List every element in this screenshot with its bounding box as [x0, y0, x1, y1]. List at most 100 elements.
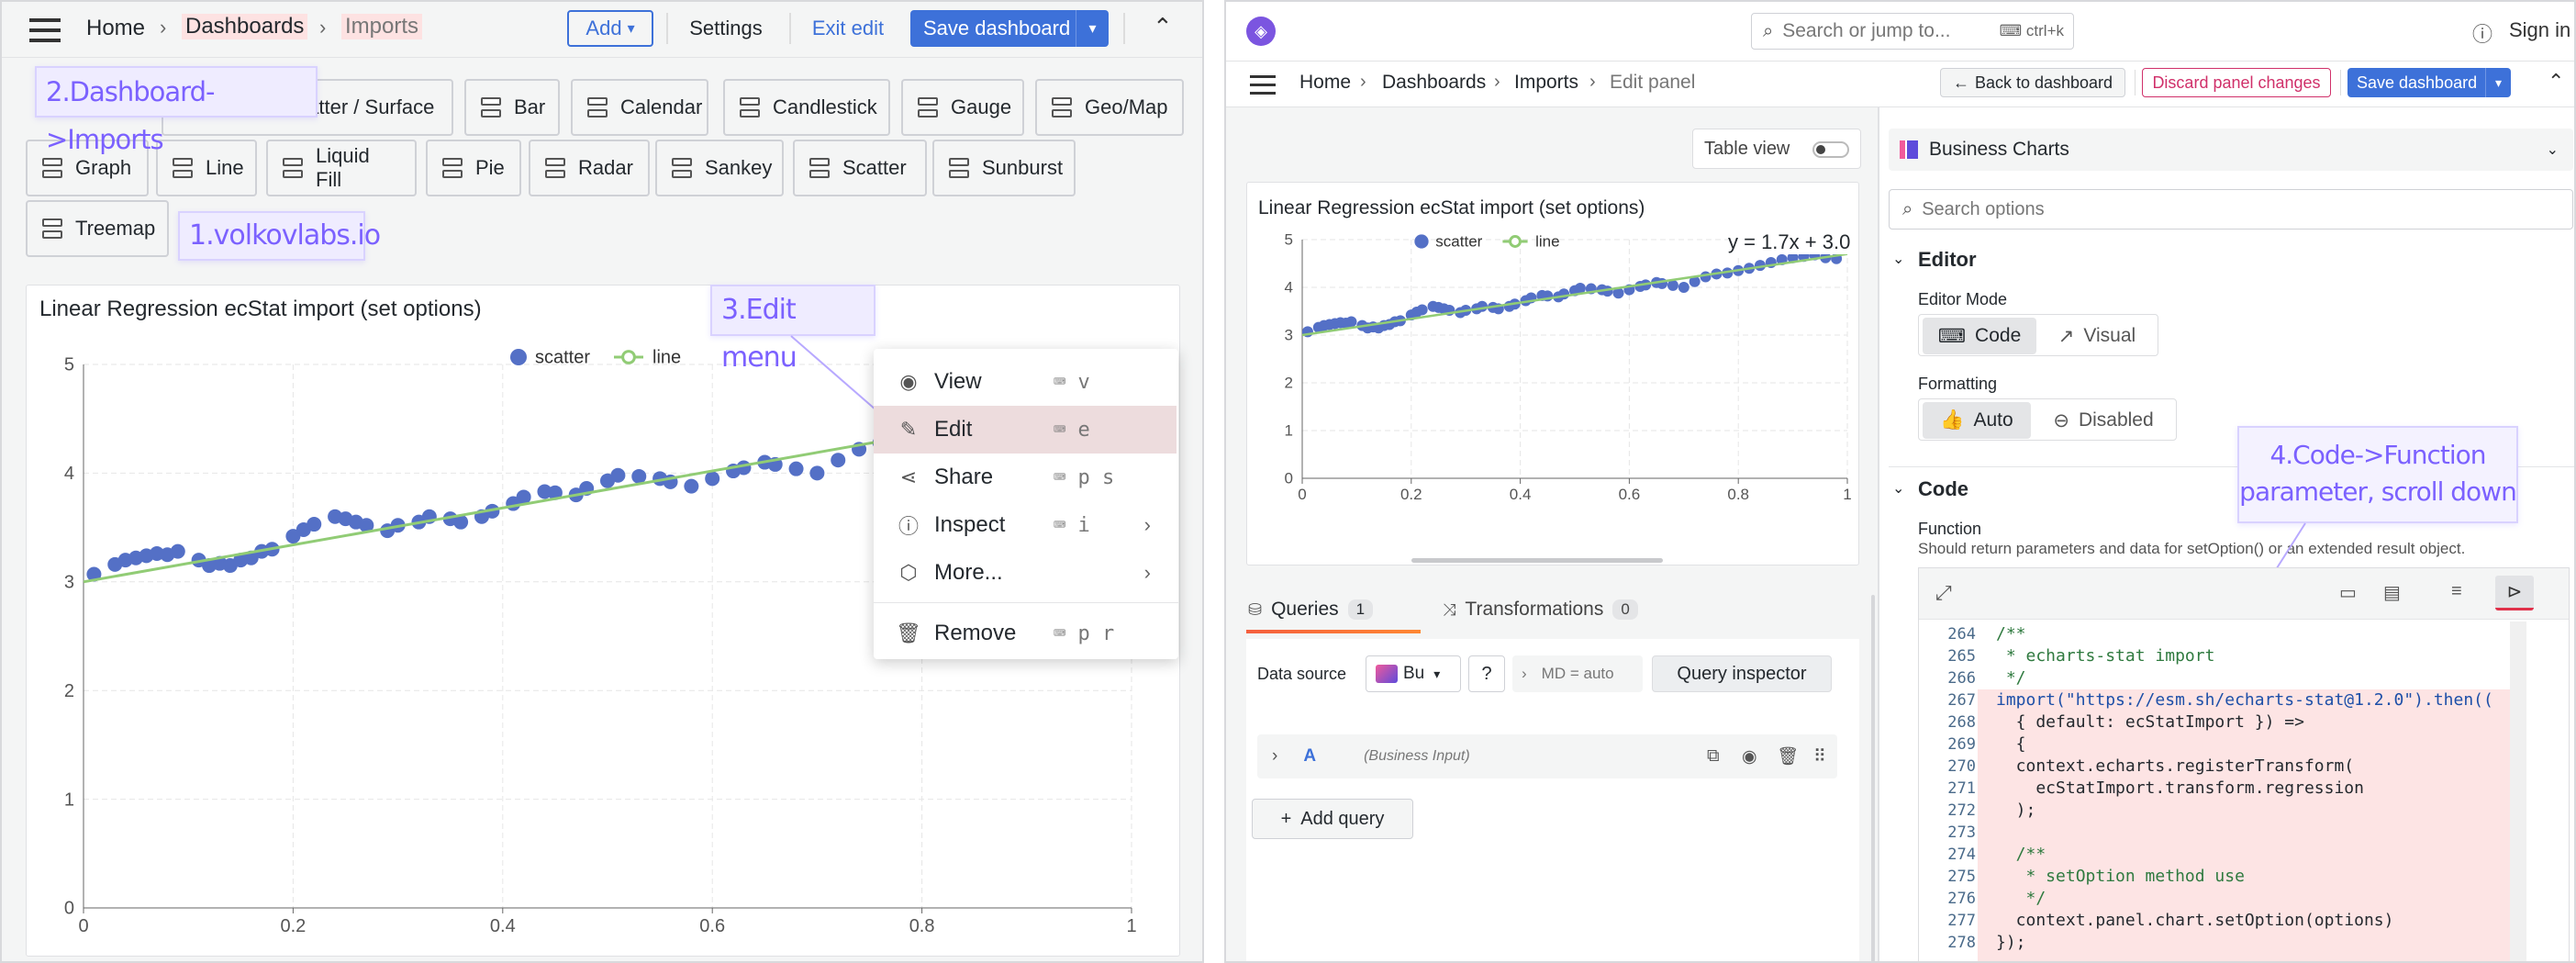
chevron-down-icon[interactable]: ⌄ [1892, 250, 1904, 268]
save-dashboard-button[interactable]: Save dashboard ▾ [910, 10, 1109, 47]
eye-icon[interactable]: ◉ [1742, 746, 1757, 767]
dashboard-grid-icon [173, 158, 193, 178]
code-editor[interactable]: ⤢ ▭ ▤ ≡ ⊳ 264 /** 265 * echarts-stat impor… [1918, 567, 2570, 961]
menu-item-view[interactable]: ◉ View ⌨ v [874, 358, 1176, 406]
copy-icon[interactable]: ⧉ [1707, 746, 1720, 767]
formatting-disabled[interactable]: ⊖ Disabled [2035, 402, 2172, 439]
link-gauge[interactable]: Gauge [901, 79, 1024, 136]
keyboard-icon: ⌨ [1054, 465, 1066, 489]
back-to-dashboard-button[interactable]: ← Back to dashboard [1940, 68, 2125, 97]
tab-transformations[interactable]: ⤨ Transformations 0 [1443, 599, 1638, 621]
editor-section-header[interactable]: Editor [1918, 248, 1977, 272]
help-icon[interactable]: ⓘ [2472, 18, 2492, 48]
link-candlestick[interactable]: Candlestick [723, 79, 890, 136]
breadcrumb-separator-icon: › [1589, 72, 1596, 92]
drag-handle-icon[interactable]: ⠿ [1813, 746, 1826, 767]
link-liquid-fill[interactable]: Liquid Fill [266, 140, 417, 196]
trash-icon: 🗑 [896, 621, 921, 644]
keyboard-icon: ⌨ [1054, 370, 1066, 394]
save-dashboard-label: Save dashboard [2357, 73, 2478, 92]
editor-mode-code[interactable]: ⌨ Code [1923, 318, 2036, 354]
shortcut-key: ⌨ p r [1054, 622, 1114, 645]
menu-item-edit[interactable]: ✎ Edit ⌨ e [874, 406, 1176, 454]
link-scatter[interactable]: Scatter [793, 140, 927, 196]
expand-icon[interactable]: ⤢ [1935, 581, 1952, 605]
viz-picker[interactable]: Business Charts ⌄ [1889, 129, 2573, 171]
business-input-icon [1376, 665, 1398, 683]
menu-item-inspect[interactable]: ⓘ Inspect ⌨ i › [874, 501, 1176, 549]
sidebar-toggle-icon[interactable]: ⊳ [2495, 576, 2534, 610]
panel-title[interactable]: Linear Regression ecStat import (set opt… [39, 297, 482, 322]
query-options[interactable]: › MD = auto [1512, 655, 1643, 692]
pane-splitter[interactable] [1878, 107, 1879, 961]
collapse-chevron-up-icon[interactable]: ⌃ [1153, 13, 1173, 41]
code-icon: ⌨ [1937, 325, 1967, 347]
settings-button[interactable]: Settings [679, 10, 773, 47]
breadcrumb-home[interactable]: Home [1299, 72, 1351, 94]
link-bar[interactable]: Bar [464, 79, 560, 136]
y-tick-label: 1 [64, 789, 74, 810]
code-line: * echarts-stat import [1996, 646, 2215, 666]
options-search-input[interactable]: ⌕ Search options [1889, 189, 2573, 230]
link-calendar[interactable]: Calendar [571, 79, 708, 136]
file-text-icon[interactable]: ▤ [2383, 581, 2401, 604]
dashboard-grid-icon [809, 158, 830, 178]
file-icon[interactable]: ▭ [2339, 581, 2357, 604]
discard-panel-changes-button[interactable]: Discard panel changes [2142, 68, 2331, 97]
link-radar[interactable]: Radar [529, 140, 650, 196]
link-line[interactable]: Line [156, 140, 257, 196]
collapse-chevron-up-icon[interactable]: ⌃ [2548, 70, 2564, 94]
tab-queries[interactable]: ⛁ Queries 1 [1248, 599, 1374, 621]
menu-item-more[interactable]: ⬡ More... › [874, 549, 1176, 597]
viz-name: Business Charts [1929, 139, 2069, 160]
chevron-down-icon[interactable]: ▾ [1076, 10, 1109, 47]
chevron-right-icon[interactable]: › [1272, 746, 1277, 767]
chevron-down-icon[interactable]: ⌄ [1892, 479, 1904, 498]
pane-splitter-handle[interactable] [1871, 595, 1875, 961]
formatting-auto[interactable]: 👍 Auto [1923, 402, 2031, 439]
help-button[interactable]: ? [1468, 655, 1505, 692]
link-sunburst[interactable]: Sunburst [932, 140, 1076, 196]
code-scrollbar[interactable] [2510, 621, 2526, 961]
link-geo-map[interactable]: Geo/Map [1035, 79, 1184, 136]
trash-icon[interactable]: 🗑 [1777, 745, 1799, 767]
grafana-logo[interactable]: ◈ [1246, 17, 1276, 46]
panel-context-menu: ◉ View ⌨ v ✎ Edit ⌨ e ⋖ Share ⌨ p s ⓘ Inspect ⌨ … [874, 349, 1178, 659]
add-label: Add [585, 17, 622, 39]
shortcut-key: ⌨ v [1054, 371, 1090, 394]
callout-dashboard-imports: 2.Dashboard->Imports [35, 66, 318, 155]
link-treemap[interactable]: Treemap [26, 200, 169, 257]
chevron-down-icon[interactable]: ▾ [2485, 68, 2511, 97]
add-query-button[interactable]: + Add query [1252, 799, 1413, 839]
link-pie[interactable]: Pie [426, 140, 521, 196]
hamburger-menu-icon[interactable] [1250, 75, 1276, 95]
code-line: */ [1996, 668, 2026, 688]
sign-in-link[interactable]: Sign in [2509, 18, 2570, 42]
query-row-A[interactable]: › A (Business Input) ⧉ ◉ 🗑 ⠿ [1257, 734, 1837, 778]
breadcrumb-dashboards[interactable]: Dashboards [182, 14, 308, 39]
horizontal-scrollbar[interactable] [1411, 558, 1663, 563]
query-inspector-button[interactable]: Query inspector [1652, 655, 1832, 692]
switch-off[interactable] [1812, 141, 1849, 158]
code-section-header[interactable]: Code [1918, 477, 1968, 501]
callout-code-function: 4.Code->Function parameter, scroll down [2237, 426, 2518, 523]
editor-mode-visual[interactable]: ↗ Visual [2040, 318, 2154, 354]
menu-item-share[interactable]: ⋖ Share ⌨ p s [874, 454, 1176, 501]
breadcrumb-home[interactable]: Home [86, 16, 145, 41]
data-source-picker[interactable]: Bu ▾ [1366, 655, 1461, 692]
search-input[interactable]: ⌕ Search or jump to... ⌨ ctrl+k [1751, 13, 2074, 50]
save-dashboard-button[interactable]: Save dashboard ▾ [2347, 68, 2511, 97]
link-sankey[interactable]: Sankey [655, 140, 784, 196]
add-button[interactable]: Add ▾ [567, 10, 653, 47]
edit-icon: ✎ [899, 418, 918, 441]
breadcrumb-imports[interactable]: Imports [1514, 72, 1578, 94]
breadcrumb-separator-icon: › [1360, 72, 1366, 92]
exit-edit-button[interactable]: Exit edit [802, 10, 894, 47]
code-line: /** [1996, 845, 2046, 864]
hamburger-menu-icon[interactable] [29, 18, 61, 42]
menu-item-remove[interactable]: 🗑 Remove ⌨ p r [874, 610, 1176, 657]
breadcrumb-dashboards[interactable]: Dashboards [1382, 72, 1486, 94]
wrap-text-icon[interactable]: ≡ [2451, 581, 2462, 602]
table-view-toggle[interactable]: Table view [1692, 129, 1861, 169]
shortcut-text: i [1077, 513, 1090, 537]
